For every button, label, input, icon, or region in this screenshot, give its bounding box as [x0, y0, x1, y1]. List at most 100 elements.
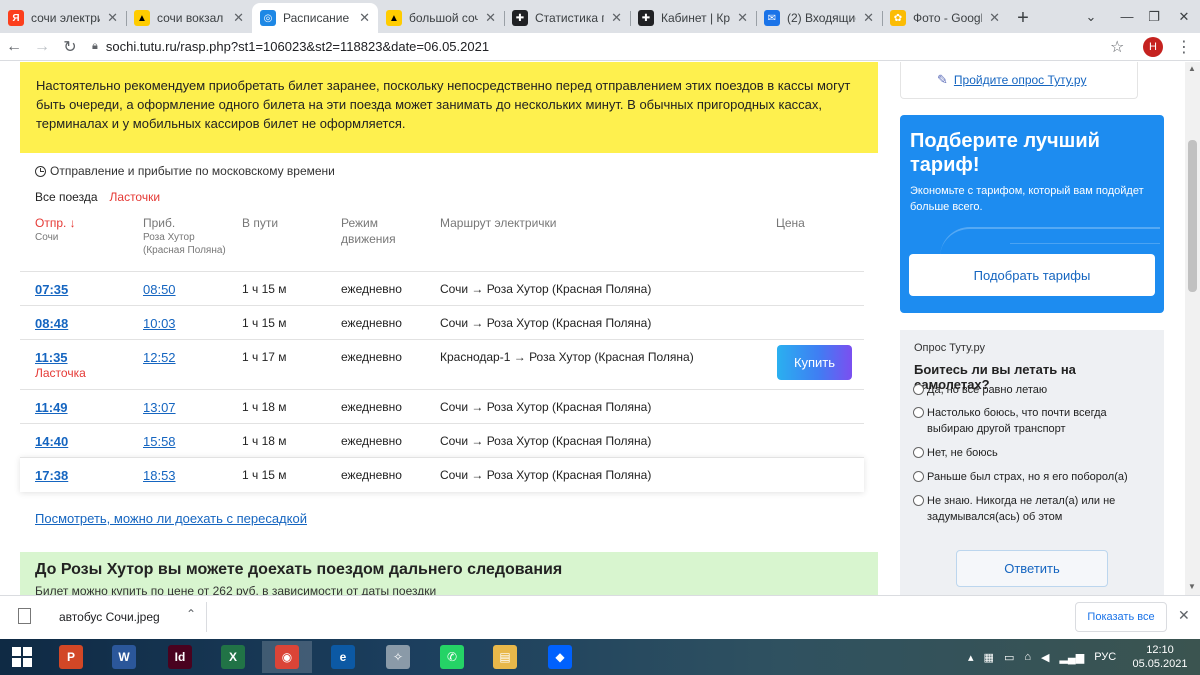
radio-button[interactable] [913, 495, 924, 506]
url-text[interactable]: sochi.tutu.ru/rasp.php?st1=106023&st2=11… [106, 39, 489, 54]
survey-link[interactable]: Пройдите опрос Туту.ру [954, 73, 1087, 87]
start-button[interactable] [0, 639, 44, 675]
transfer-link[interactable]: Посмотреть, можно ли доехать с пересадко… [35, 511, 307, 526]
poll-option[interactable]: Настолько боюсь, что почти всегда выбира… [913, 405, 1153, 437]
route-to[interactable]: Роза Хутор (Красная Поляна) [487, 400, 652, 414]
route-from[interactable]: Сочи [440, 316, 468, 330]
route-to[interactable]: Роза Хутор (Красная Поляна) [529, 350, 694, 364]
download-options-icon[interactable]: ⌃ [186, 607, 196, 621]
tab-title[interactable]: Кабинет | Кра [661, 11, 730, 25]
tab-title[interactable]: Расписание эл [283, 11, 352, 25]
bookmark-star-icon[interactable]: ☆ [1110, 37, 1124, 57]
poll-option[interactable]: Да, но все равно летаю [913, 382, 1153, 398]
browser-tab[interactable]: ✚ Статистика п ✕ [504, 3, 630, 33]
speaker-icon[interactable]: ◀︎ [1041, 651, 1049, 664]
route-from[interactable]: Сочи [440, 434, 468, 448]
arrival-time[interactable]: 08:50 [143, 282, 176, 297]
poll-option-label[interactable]: Не знаю. Никогда не летал(а) или не заду… [927, 493, 1153, 525]
route-to[interactable]: Роза Хутор (Красная Поляна) [487, 468, 652, 482]
taskbar-app[interactable]: e [318, 641, 368, 673]
poll-option-label[interactable]: Раньше был страх, но я его поборол(а) [927, 469, 1128, 485]
poll-option[interactable]: Нет, не боюсь [913, 445, 1153, 461]
close-window-icon[interactable]: ✕ [1170, 0, 1198, 33]
taskbar-app[interactable]: ✆ [427, 641, 477, 673]
tab-title[interactable]: сочи электрич [31, 11, 100, 25]
arrival-time[interactable]: 13:07 [143, 400, 176, 415]
route[interactable]: Краснодар-1 → Роза Хутор (Красная Поляна… [440, 350, 694, 364]
close-tab-icon[interactable]: ✕ [485, 10, 496, 26]
tab-title[interactable]: Фото - Google [913, 11, 982, 25]
taskbar-app[interactable]: ✧ [373, 641, 423, 673]
route-from[interactable]: Сочи [440, 282, 468, 296]
minimize-icon[interactable]: — [1113, 0, 1141, 33]
browser-tab[interactable]: ✉ (2) Входящие ✕ [756, 3, 882, 33]
close-download-bar-icon[interactable]: ✕ [1178, 607, 1190, 624]
tab-title[interactable]: большой сочи [409, 11, 478, 25]
poll-submit-button[interactable]: Ответить [956, 550, 1108, 587]
browser-tab[interactable]: ◎ Расписание эл ✕ [252, 3, 378, 33]
taskbar-app[interactable]: P [46, 641, 96, 673]
tray-chevron-icon[interactable]: ▴ [968, 651, 974, 664]
maximize-icon[interactable]: ❐ [1140, 0, 1168, 33]
taskbar-app[interactable]: W [99, 641, 149, 673]
buy-button[interactable]: Купить [777, 345, 852, 380]
filter-lastochki[interactable]: Ласточки [110, 190, 161, 204]
tab-title[interactable]: сочи вокзал эл [157, 11, 226, 25]
header-departure[interactable]: Отпр. ↓ Сочи [35, 215, 76, 244]
departure-time[interactable]: 08:48 [35, 316, 68, 331]
poll-option[interactable]: Раньше был страх, но я его поборол(а) [913, 469, 1153, 485]
browser-tab[interactable]: Ясочи электрич ✕ [0, 3, 126, 33]
route[interactable]: Сочи → Роза Хутор (Красная Поляна) [440, 282, 651, 296]
arrival-time[interactable]: 18:53 [143, 468, 176, 483]
route[interactable]: Сочи → Роза Хутор (Красная Поляна) [440, 468, 651, 482]
radio-button[interactable] [913, 447, 924, 458]
tab-title[interactable]: (2) Входящие [787, 11, 856, 25]
scroll-down-icon[interactable]: ▼ [1188, 582, 1196, 591]
battery-icon[interactable]: ▭ [1004, 651, 1014, 664]
browser-tab[interactable]: ▲ сочи вокзал эл ✕ [126, 3, 252, 33]
departure-time[interactable]: 11:35 [35, 350, 68, 365]
network-icon[interactable]: ▦ [984, 651, 994, 664]
browser-tab[interactable]: ▲ большой сочи ✕ [378, 3, 504, 33]
poll-option-label[interactable]: Да, но все равно летаю [927, 382, 1047, 398]
poll-option-label[interactable]: Нет, не боюсь [927, 445, 998, 461]
language-indicator[interactable]: РУС [1094, 651, 1116, 663]
poll-option[interactable]: Не знаю. Никогда не летал(а) или не заду… [913, 493, 1153, 525]
arrival-time[interactable]: 10:03 [143, 316, 176, 331]
tab-title[interactable]: Статистика п [535, 11, 604, 25]
close-tab-icon[interactable]: ✕ [863, 10, 874, 26]
route-to[interactable]: Роза Хутор (Красная Поляна) [487, 282, 652, 296]
signal-icon[interactable]: ▂▄▆ [1059, 651, 1084, 664]
close-tab-icon[interactable]: ✕ [989, 10, 1000, 26]
taskbar-app[interactable]: Id [155, 641, 205, 673]
route-to[interactable]: Роза Хутор (Красная Поляна) [487, 316, 652, 330]
route[interactable]: Сочи → Роза Хутор (Красная Поляна) [440, 434, 651, 448]
poll-option-label[interactable]: Настолько боюсь, что почти всегда выбира… [927, 405, 1153, 437]
reload-icon[interactable]: ↻ [56, 37, 84, 57]
radio-button[interactable] [913, 384, 924, 395]
departure-time[interactable]: 17:38 [35, 468, 68, 483]
back-icon[interactable]: ← [0, 38, 28, 56]
browser-tab[interactable]: ✚ Кабинет | Кра ✕ [630, 3, 756, 33]
route[interactable]: Сочи → Роза Хутор (Красная Поляна) [440, 400, 651, 414]
arrival-time[interactable]: 12:52 [143, 350, 176, 365]
close-tab-icon[interactable]: ✕ [107, 10, 118, 26]
forward-icon[interactable]: → [28, 38, 56, 56]
choose-tariff-button[interactable]: Подобрать тарифы [909, 254, 1155, 296]
menu-icon[interactable]: ⋮ [1176, 37, 1192, 57]
route-from[interactable]: Сочи [440, 468, 468, 482]
route-to[interactable]: Роза Хутор (Красная Поляна) [487, 434, 652, 448]
close-tab-icon[interactable]: ✕ [359, 10, 370, 26]
route-from[interactable]: Сочи [440, 400, 468, 414]
download-file[interactable]: автобус Сочи.jpeg [59, 610, 160, 624]
browser-tab[interactable]: ✿ Фото - Google ✕ [882, 3, 1008, 33]
header-arrival-label[interactable]: Приб. [143, 216, 175, 230]
lock-icon[interactable]: 🔒︎ [92, 40, 98, 53]
close-tab-icon[interactable]: ✕ [233, 10, 244, 26]
arrival-time[interactable]: 15:58 [143, 434, 176, 449]
taskbar-clock[interactable]: 12:10 05.05.2021 [1130, 643, 1190, 671]
radio-button[interactable] [913, 407, 924, 418]
departure-time[interactable]: 11:49 [35, 400, 68, 415]
show-all-button[interactable]: Показать все [1075, 602, 1167, 632]
page-scrollbar[interactable]: ▲ ▼ [1185, 62, 1200, 595]
